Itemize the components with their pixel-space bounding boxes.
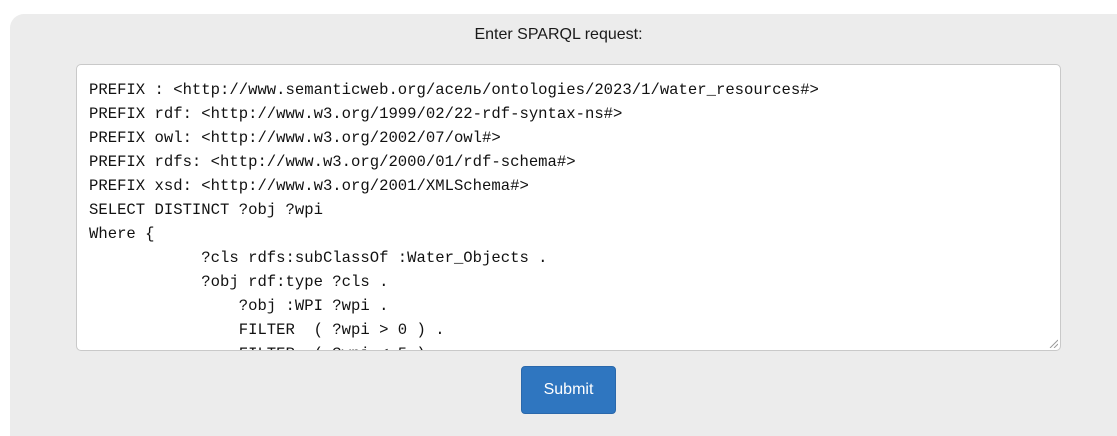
query-line: PREFIX xsd: <http://www.w3.org/2001/XMLS… bbox=[89, 177, 529, 195]
query-line: ?obj rdf:type ?cls . bbox=[89, 273, 389, 291]
query-line: PREFIX rdfs: <http://www.w3.org/2000/01/… bbox=[89, 153, 576, 171]
query-line: PREFIX : <http://www.semanticweb.org/асе… bbox=[89, 81, 819, 99]
query-line: PREFIX owl: <http://www.w3.org/2002/07/o… bbox=[89, 129, 501, 147]
query-line: ?obj :WPI ?wpi . bbox=[89, 297, 389, 315]
query-line: SELECT DISTINCT ?obj ?wpi bbox=[89, 201, 323, 219]
sparql-request-label: Enter SPARQL request: bbox=[474, 26, 643, 43]
submit-button[interactable]: Submit bbox=[521, 366, 616, 414]
query-line: PREFIX rdf: <http://www.w3.org/1999/02/2… bbox=[89, 105, 623, 123]
resize-handle-icon[interactable] bbox=[1048, 338, 1058, 348]
query-line: FILTER ( ?wpi > 0 ) . bbox=[89, 321, 445, 339]
query-line: FILTER ( ?wpi < 5 ) bbox=[89, 342, 1060, 350]
sparql-query-textarea[interactable]: PREFIX : <http://www.semanticweb.org/асе… bbox=[76, 64, 1061, 351]
query-line: Where { bbox=[89, 225, 155, 243]
query-line: ?cls rdfs:subClassOf :Water_Objects . bbox=[89, 249, 548, 267]
query-text[interactable]: PREFIX : <http://www.semanticweb.org/асе… bbox=[77, 65, 1060, 350]
